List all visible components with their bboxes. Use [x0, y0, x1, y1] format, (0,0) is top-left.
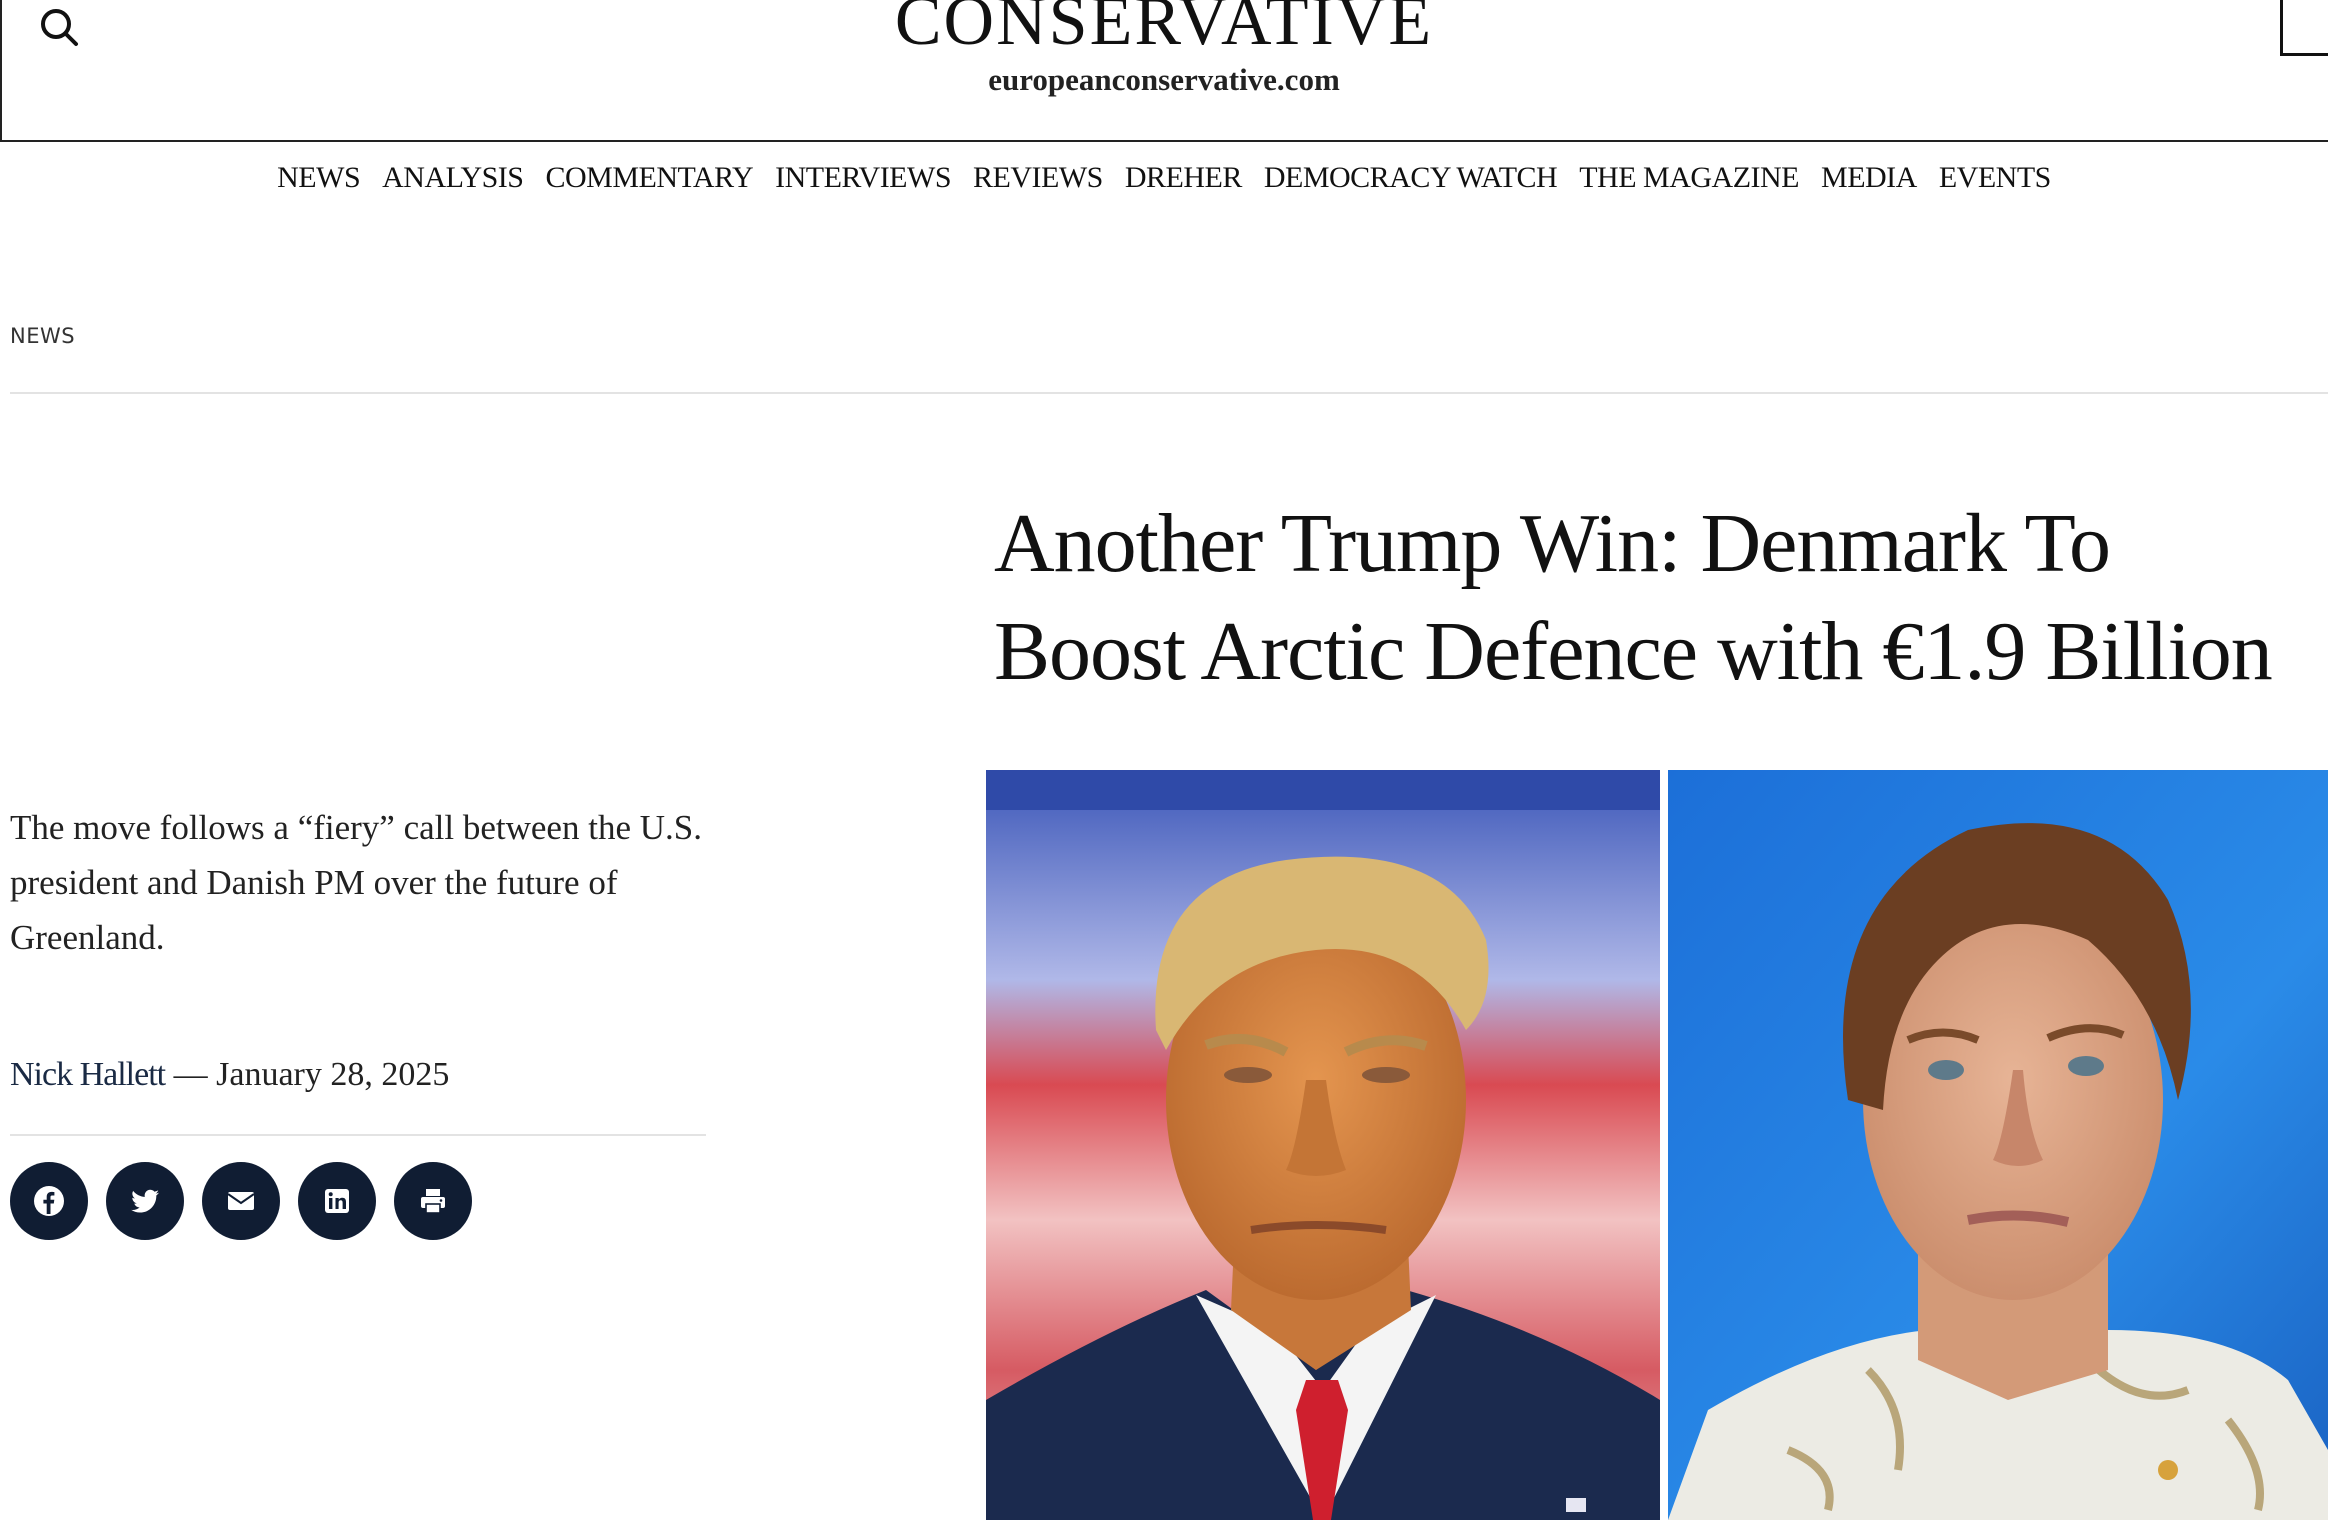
main-navigation: NEWS ANALYSIS COMMENTARY INTERVIEWS REVI…	[0, 156, 2328, 200]
linkedin-icon	[325, 1189, 349, 1213]
article-image-left	[986, 770, 1660, 1520]
byline-separator: —	[165, 1056, 217, 1093]
share-email-button[interactable]	[202, 1162, 280, 1240]
menu-toggle-button[interactable]	[2280, 0, 2328, 56]
nav-item-reviews[interactable]: REVIEWS	[973, 156, 1103, 200]
facebook-icon	[34, 1186, 64, 1216]
twitter-icon	[131, 1189, 159, 1213]
nav-item-events[interactable]: EVENTS	[1939, 156, 2052, 200]
nav-item-interviews[interactable]: INTERVIEWS	[775, 156, 951, 200]
article-title: Another Trump Win: Denmark To Boost Arct…	[994, 497, 2273, 698]
site-header: CONSERVATIVE europeanconservative.com	[0, 0, 2328, 142]
divider	[10, 1134, 706, 1136]
email-icon	[227, 1192, 255, 1210]
share-facebook-button[interactable]	[10, 1162, 88, 1240]
divider	[10, 392, 2328, 394]
nav-item-democracy-watch[interactable]: DEMOCRACY WATCH	[1264, 156, 1558, 200]
site-url: europeanconservative.com	[988, 62, 1340, 97]
print-icon	[421, 1189, 445, 1214]
article-category[interactable]: NEWS	[10, 324, 75, 348]
publish-date: January 28, 2025	[216, 1056, 450, 1093]
nav-item-dreher[interactable]: DREHER	[1125, 156, 1243, 200]
nav-item-media[interactable]: MEDIA	[1821, 156, 1917, 200]
nav-item-analysis[interactable]: ANALYSIS	[382, 156, 524, 200]
byline: Nick Hallett — January 28, 2025	[10, 1056, 449, 1094]
share-buttons	[10, 1162, 472, 1240]
author-link[interactable]: Nick Hallett	[10, 1056, 166, 1093]
article-excerpt: The move follows a “fiery” call between …	[10, 808, 702, 957]
nav-item-news[interactable]: NEWS	[277, 156, 361, 200]
site-logo[interactable]: CONSERVATIVE	[0, 0, 2328, 62]
article-image-right	[1668, 770, 2328, 1520]
share-twitter-button[interactable]	[106, 1162, 184, 1240]
share-print-button[interactable]	[394, 1162, 472, 1240]
nav-item-commentary[interactable]: COMMENTARY	[545, 156, 753, 200]
share-linkedin-button[interactable]	[298, 1162, 376, 1240]
nav-item-the-magazine[interactable]: THE MAGAZINE	[1579, 156, 1799, 200]
